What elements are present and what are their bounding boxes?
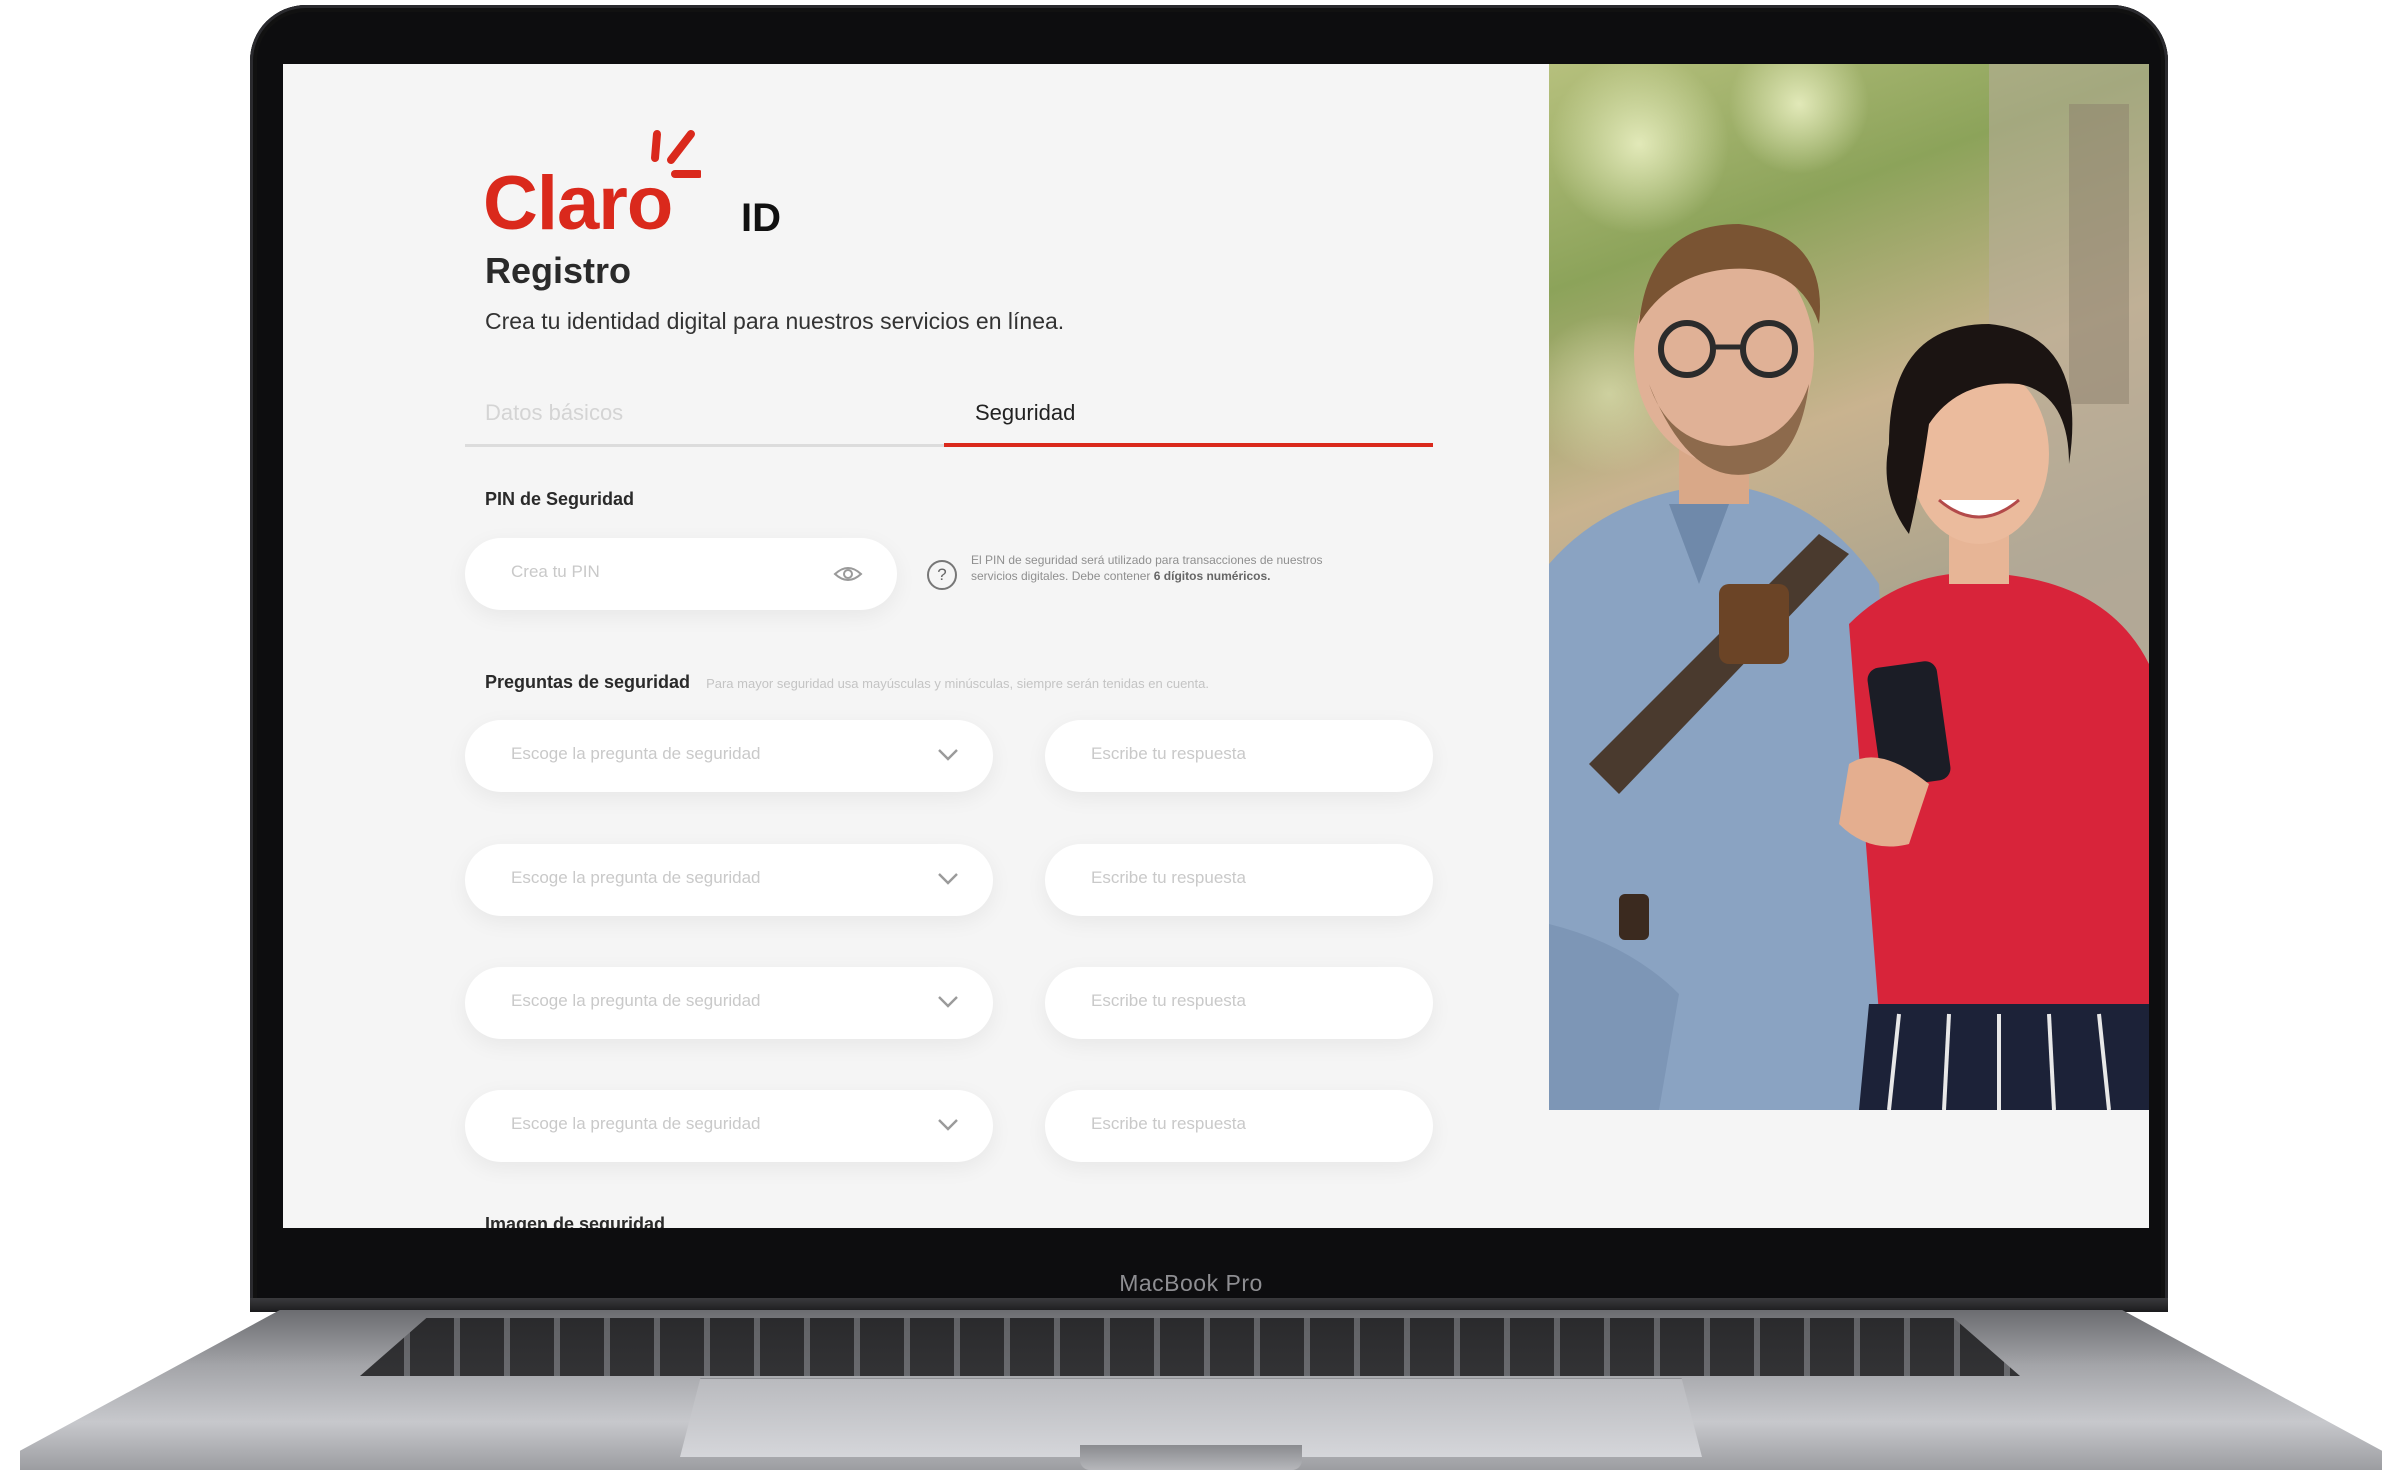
pin-help-text: El PIN de seguridad será utilizado para …	[971, 553, 1323, 583]
active-tab-indicator	[944, 443, 1433, 447]
question-select-1[interactable]: Escoge la pregunta de seguridad	[465, 720, 993, 792]
chevron-down-icon	[938, 1119, 958, 1131]
question-select-4[interactable]: Escoge la pregunta de seguridad	[465, 1090, 993, 1162]
answer-placeholder: Escribe tu respuesta	[1091, 744, 1246, 763]
tab-seguridad[interactable]: Seguridad	[975, 400, 1075, 426]
eye-icon[interactable]	[833, 564, 863, 584]
model-label: MacBook Pro	[1119, 1270, 1263, 1296]
security-image-label: Imagen de seguridad	[485, 1214, 666, 1228]
pin-placeholder: Crea tu PIN	[511, 562, 600, 581]
question-placeholder: Escoge la pregunta de seguridad	[511, 744, 761, 763]
answer-placeholder: Escribe tu respuesta	[1091, 868, 1246, 887]
page-subtitle: Crea tu identidad digital para nuestros …	[485, 308, 1065, 334]
registration-form: Claro ID Registro Crea tu identidad digi…	[283, 64, 1543, 1228]
question-circle-icon[interactable]: ?	[927, 560, 957, 590]
question-placeholder: Escoge la pregunta de seguridad	[511, 1114, 761, 1133]
question-select-3[interactable]: Escoge la pregunta de seguridad	[465, 967, 993, 1039]
pin-label: PIN de Seguridad	[485, 489, 635, 509]
screen: Claro ID Registro Crea tu identidad digi…	[283, 64, 2149, 1228]
answer-placeholder: Escribe tu respuesta	[1091, 991, 1246, 1010]
tab-bar: Datos básicos Seguridad	[465, 394, 1433, 447]
pin-input[interactable]: Crea tu PIN	[465, 538, 897, 610]
questions-label: Preguntas de seguridad Para mayor segurid…	[485, 672, 1209, 692]
chevron-down-icon	[938, 873, 958, 885]
answer-input-3[interactable]: Escribe tu respuesta	[1045, 967, 1433, 1039]
question-placeholder: Escoge la pregunta de seguridad	[511, 868, 761, 887]
logo-rays-icon	[651, 130, 701, 178]
page-title: Registro	[485, 250, 632, 291]
logo-suffix: ID	[741, 196, 781, 240]
answer-placeholder: Escribe tu respuesta	[1091, 1114, 1246, 1133]
laptop-hinge	[250, 1298, 2168, 1312]
answer-input-1[interactable]: Escribe tu respuesta	[1045, 720, 1433, 792]
question-select-2[interactable]: Escoge la pregunta de seguridad	[465, 844, 993, 916]
chevron-down-icon	[938, 996, 958, 1008]
answer-input-2[interactable]: Escribe tu respuesta	[1045, 844, 1433, 916]
laptop-notch	[1080, 1445, 1302, 1470]
question-placeholder: Escoge la pregunta de seguridad	[511, 991, 761, 1010]
couple-photo-illustration	[1549, 64, 2149, 1110]
answer-input-4[interactable]: Escribe tu respuesta	[1045, 1090, 1433, 1162]
hero-photo	[1549, 64, 2149, 1110]
tab-datos-basicos[interactable]: Datos básicos	[485, 400, 623, 426]
questions-hint: Para mayor seguridad usa mayúsculas y mi…	[706, 676, 1209, 691]
chevron-down-icon	[938, 749, 958, 761]
laptop-keyboard	[360, 1318, 2020, 1376]
